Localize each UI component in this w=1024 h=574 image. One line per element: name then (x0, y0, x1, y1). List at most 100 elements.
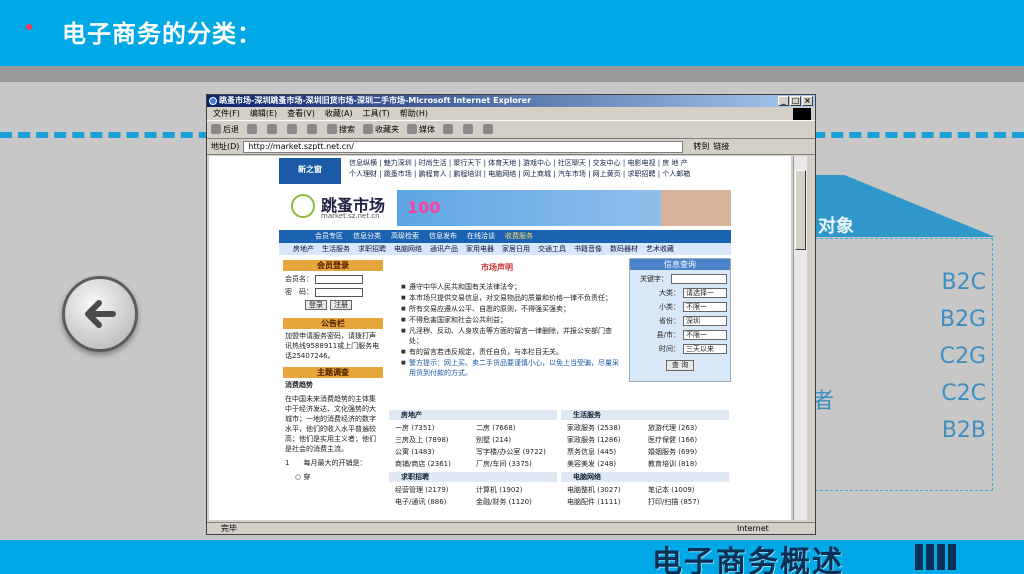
subnav-item[interactable]: 求职招聘 (358, 243, 386, 255)
category-link[interactable]: 家政服务 (2538) (567, 422, 648, 434)
category-link[interactable]: 计算机 (1902) (476, 484, 557, 496)
subnav-item[interactable]: 数码器材 (610, 243, 638, 255)
category-link[interactable]: 电子/通讯 (886) (395, 496, 476, 508)
category-link[interactable]: 写字楼/办公室 (9722) (476, 446, 557, 458)
search-toolbar-button[interactable]: 搜索 (327, 121, 355, 139)
favorites-toolbar-button[interactable]: 收藏夹 (363, 121, 399, 139)
subcategory-select[interactable]: 不限一 (683, 302, 727, 312)
category-link[interactable]: 票务信息 (445) (567, 446, 648, 458)
banner-ad[interactable]: 100 (397, 190, 731, 226)
category-select[interactable]: 请选择一 (683, 288, 727, 298)
subnav-item[interactable]: 生活服务 (322, 243, 350, 255)
category-link[interactable]: 家政服务 (1286) (567, 434, 648, 446)
subnav-item[interactable]: 艺术收藏 (646, 243, 674, 255)
vertical-scrollbar[interactable] (793, 156, 807, 520)
print-icon[interactable] (483, 121, 495, 139)
username-row: 会员名： (285, 274, 381, 284)
back-nav-icon (211, 124, 221, 134)
refresh-icon[interactable] (287, 121, 299, 139)
nav-chat[interactable]: 在线洽谈 (467, 230, 495, 243)
category-link[interactable]: 电脑整机 (3027) (567, 484, 648, 496)
back-nav-button[interactable]: 后退 (211, 121, 239, 139)
subnav-item[interactable]: 通讯产品 (430, 243, 458, 255)
subnav-item[interactable]: 电脑网络 (394, 243, 422, 255)
status-bar: 完毕 Internet (207, 522, 815, 534)
stop-icon[interactable] (267, 121, 279, 139)
links-button[interactable]: 链接 (713, 141, 729, 152)
login-button[interactable]: 登录 (305, 300, 327, 310)
nav-advanced-search[interactable]: 高级检索 (391, 230, 419, 243)
history-icon[interactable] (443, 121, 455, 139)
city-select[interactable]: 不限一 (683, 330, 727, 340)
category-link[interactable]: 教育培训 (818) (648, 458, 729, 470)
password-input[interactable] (315, 287, 363, 297)
category-link[interactable]: 美容美发 (248) (567, 458, 648, 470)
category-link[interactable]: 打印/扫描 (857) (648, 496, 729, 508)
scroll-thumb[interactable] (795, 170, 806, 250)
market-notice: 市场声明 遵守中华人民共和国有关法律法令； 本市场只提供交易信息，对交易物品的质… (389, 260, 625, 400)
category-link[interactable]: 公寓 (1483) (395, 446, 476, 458)
menu-favorites[interactable]: 收藏(A) (325, 107, 353, 120)
site-nav-row[interactable]: 个人理财 | 跳蚤市场 | 鹏程育人 | 鹏程培训 | 电脑网络 | 网上商城 … (349, 169, 749, 180)
category-link[interactable]: 经营管理 (2179) (395, 484, 476, 496)
category-link[interactable]: 旅游代理 (263) (648, 422, 729, 434)
username-input[interactable] (315, 274, 363, 284)
menu-file[interactable]: 文件(F) (213, 107, 240, 120)
menu-help[interactable]: 帮助(H) (400, 107, 428, 120)
time-select[interactable]: 三天以来 (683, 344, 727, 354)
go-button[interactable]: 转到 (693, 141, 709, 152)
category-link[interactable]: 二房 (7668) (476, 422, 557, 434)
class-item-c2c: C2C (941, 381, 986, 406)
subnav-item[interactable]: 家居日用 (502, 243, 530, 255)
category-grid: 家政服务 (2538) 旅游代理 (263) 家政服务 (1286) 医疗保健 … (561, 422, 729, 470)
site-nav-row[interactable]: 信息纵横 | 魅力深圳 | 时尚生活 | 聚行天下 | 体育天地 | 游戏中心 … (349, 158, 749, 169)
province-select[interactable]: 深圳 (683, 316, 727, 326)
category-listing: 房地产 一房 (7351) 二房 (7668) 三房及上 (7898) 别墅 (… (389, 410, 731, 520)
mail-icon[interactable] (463, 121, 475, 139)
slide-title: 电子商务的分类： (62, 20, 262, 48)
minimize-button[interactable]: _ (778, 96, 789, 106)
subnav-item[interactable]: 交通工具 (538, 243, 566, 255)
site-logo[interactable]: 新之窗 www.sz.net.cn (279, 158, 345, 198)
category-link[interactable]: 一房 (7351) (395, 422, 476, 434)
category-link[interactable]: 电脑配件 (1111) (567, 496, 648, 508)
category-link[interactable]: 商铺/商店 (2361) (395, 458, 476, 470)
login-buttons: 登录 注册 (305, 300, 383, 310)
maximize-button[interactable]: □ (790, 96, 801, 106)
class-item-b2c: B2C (941, 270, 986, 295)
menu-view[interactable]: 查看(V) (287, 107, 315, 120)
subnav-item[interactable]: 房地产 (293, 243, 314, 255)
nav-post[interactable]: 信息发布 (429, 230, 457, 243)
back-button[interactable] (62, 276, 138, 352)
menu-edit[interactable]: 编辑(E) (250, 107, 277, 120)
category-link[interactable]: 笔记本 (1009) (648, 484, 729, 496)
category-link[interactable]: 厂房/车间 (3375) (476, 458, 557, 470)
keyword-input[interactable] (671, 274, 727, 284)
address-input[interactable]: http://market.szptt.net.cn/ (243, 140, 684, 153)
close-button[interactable]: × (802, 96, 813, 106)
info-search-panel: 信息查询 关键字： 大类： 请选择一 小类： 不限一 省份： 深圳 县/市： 不… (629, 258, 731, 382)
subnav-item[interactable]: 家用电器 (466, 243, 494, 255)
category-link[interactable]: 三房及上 (7898) (395, 434, 476, 446)
info-search-button[interactable]: 查 询 (666, 360, 694, 371)
register-button[interactable]: 注册 (330, 300, 352, 310)
filter-row: 大类： 请选择一 (633, 288, 727, 298)
home-icon[interactable] (307, 121, 319, 139)
nav-paid-service[interactable]: 收费服务 (505, 230, 533, 243)
category-link[interactable]: 医疗保健 (166) (648, 434, 729, 446)
ad-photo (661, 190, 731, 226)
survey-radio[interactable]: ○ 穿 (283, 470, 383, 484)
nav-member[interactable]: 会员专区 (315, 230, 343, 243)
menu-tools[interactable]: 工具(T) (363, 107, 390, 120)
left-column: 会员登录 会员名： 密 码： 登录 注册 公告栏 加盟申请服务密码，请拨打声讯热… (283, 258, 383, 520)
category-link[interactable]: 别墅 (214) (476, 434, 557, 446)
nav-categories[interactable]: 信息分类 (353, 230, 381, 243)
footer-title: 电子商务概述 (652, 545, 844, 574)
media-toolbar-button[interactable]: 媒体 (407, 121, 435, 139)
subnav-item[interactable]: 书籍音像 (574, 243, 602, 255)
forward-nav-icon[interactable] (247, 121, 259, 139)
police-warning: 警方提示：网上买、卖二手货品要谨慎小心，以免上当受骗，尽量采用货到付款的方式。 (401, 358, 623, 378)
category-link[interactable]: 金融/财务 (1120) (476, 496, 557, 508)
category-link[interactable]: 婚姻服务 (699) (648, 446, 729, 458)
menu-bar: 文件(F) 编辑(E) 查看(V) 收藏(A) 工具(T) 帮助(H) (207, 107, 815, 121)
